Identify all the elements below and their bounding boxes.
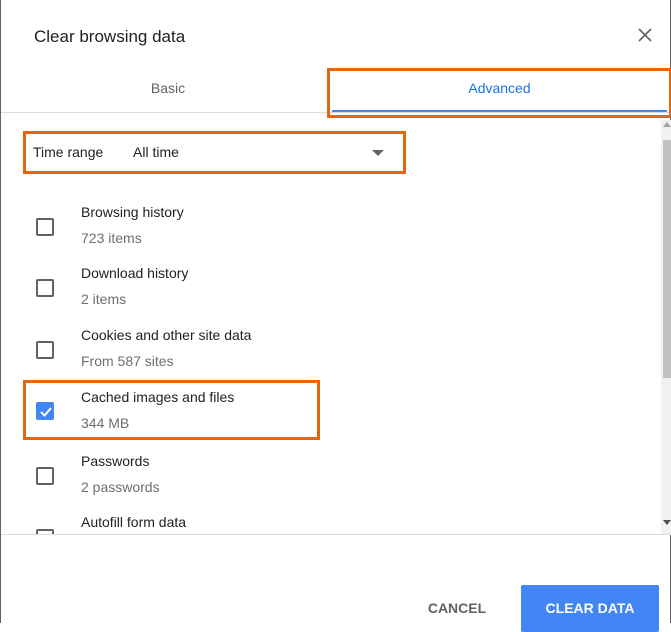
- checkmark-icon: [40, 407, 52, 417]
- tab-selected-indicator: [332, 110, 667, 112]
- tab-bar: Basic Advanced: [1, 66, 671, 113]
- dialog-footer: CANCEL CLEAR DATA: [1, 534, 671, 632]
- checkbox-passwords[interactable]: [36, 467, 54, 485]
- item-label: Passwords: [81, 453, 150, 469]
- scrollbar-thumb[interactable]: [663, 140, 671, 378]
- scroll-down-arrow-icon[interactable]: [663, 520, 671, 525]
- option-passwords[interactable]: Passwords 2 passwords: [1, 447, 641, 503]
- time-range-value: All time: [133, 144, 179, 160]
- item-sub: 344 MB: [81, 415, 130, 431]
- item-sub: 723 items: [81, 230, 142, 246]
- dialog-title: Clear browsing data: [34, 27, 186, 46]
- item-label: Cookies and other site data: [81, 327, 252, 343]
- cancel-button[interactable]: CANCEL: [409, 585, 505, 631]
- option-cached-images[interactable]: Cached images and files 344 MB: [1, 383, 641, 439]
- clear-browsing-data-dialog: Clear browsing data Basic Advanced Time …: [0, 0, 671, 632]
- time-range-label: Time range: [33, 144, 104, 160]
- checkbox-cookies[interactable]: [36, 341, 54, 359]
- option-browsing-history[interactable]: Browsing history 723 items: [1, 198, 641, 254]
- clear-data-button[interactable]: CLEAR DATA: [521, 585, 659, 632]
- item-label: Cached images and files: [81, 389, 235, 405]
- item-label: Browsing history: [81, 204, 184, 220]
- dropdown-arrow-icon: [372, 150, 384, 156]
- option-download-history[interactable]: Download history 2 items: [1, 259, 641, 315]
- tab-basic[interactable]: Basic: [10, 66, 326, 112]
- close-icon[interactable]: [634, 24, 656, 46]
- checkbox-browsing-history[interactable]: [36, 218, 54, 236]
- time-range-select[interactable]: Time range All time: [31, 142, 395, 166]
- item-sub: From 587 sites: [81, 353, 174, 369]
- checkbox-cached-images[interactable]: [36, 402, 54, 420]
- item-sub: 2 passwords: [81, 479, 160, 495]
- item-label: Autofill form data: [81, 514, 187, 530]
- item-label: Download history: [81, 265, 189, 281]
- tab-advanced[interactable]: Advanced: [329, 66, 670, 112]
- checkbox-download-history[interactable]: [36, 279, 54, 297]
- item-sub: 2 items: [81, 291, 127, 307]
- option-cookies[interactable]: Cookies and other site data From 587 sit…: [1, 321, 641, 377]
- scroll-up-arrow-icon[interactable]: [663, 122, 671, 127]
- option-autofill[interactable]: Autofill form data: [1, 509, 641, 534]
